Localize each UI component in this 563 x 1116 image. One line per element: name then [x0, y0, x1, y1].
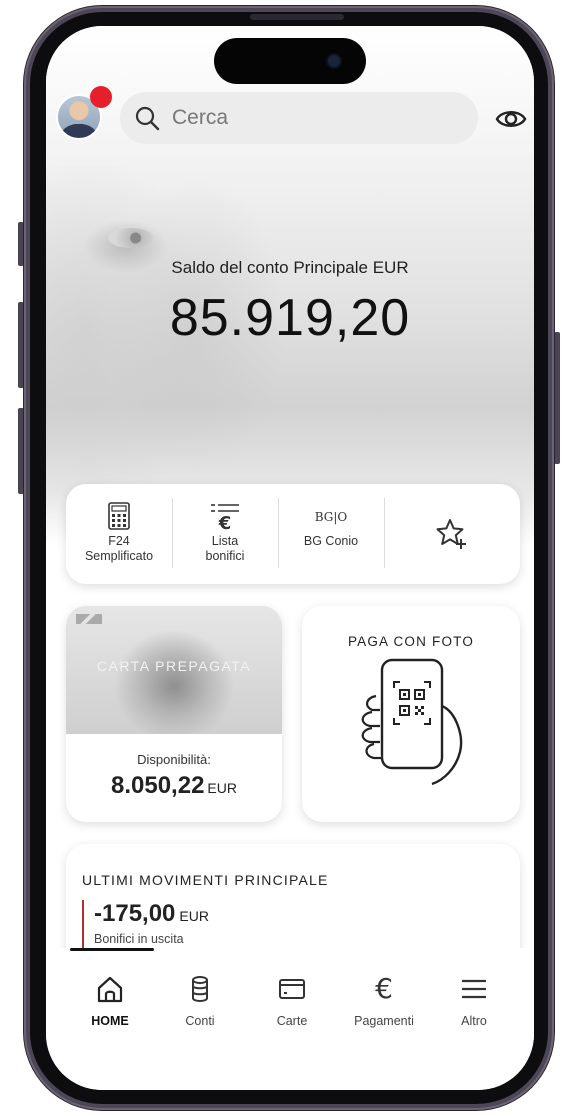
quick-action-bg-conio-label: BG Conio	[303, 534, 359, 548]
quick-actions-card: F24 Semplificato € Lista bonifici BG|O B	[66, 484, 520, 584]
pay-with-photo-tile[interactable]: PAGA CON FOTO	[302, 606, 520, 822]
tab-altro-label: Altro	[461, 1014, 487, 1028]
balance-label: Saldo del conto Principale EUR	[171, 258, 409, 277]
star-add-icon	[436, 519, 466, 549]
movement-amount: -175,00 EUR	[94, 900, 209, 927]
home-icon	[97, 976, 123, 1003]
movement-description: Bonifici in uscita	[94, 932, 184, 946]
availability-label: Disponibilità:	[137, 752, 211, 767]
dynamic-island	[214, 38, 366, 84]
bottom-tab-bar: HOME Conti Carte € Pagamenti Altro	[46, 948, 534, 1090]
outgoing-marker	[82, 900, 84, 952]
pay-with-photo-title: PAGA CON FOTO	[347, 634, 475, 649]
tab-altro[interactable]: Altro	[434, 974, 514, 1034]
tab-conti[interactable]: Conti	[160, 974, 240, 1034]
lion-eye-graphic	[108, 228, 154, 248]
app-screen: Saldo del conto Principale EUR 85.919,20…	[46, 26, 534, 1090]
active-tab-indicator	[70, 948, 154, 951]
menu-icon	[462, 979, 486, 999]
euro-list-icon: €	[211, 504, 239, 530]
quick-action-lista-bonifici[interactable]: € Lista bonifici	[172, 498, 278, 570]
search-icon	[135, 106, 160, 131]
tab-home[interactable]: HOME	[70, 974, 150, 1034]
quick-action-f24-label: F24 Semplificato	[84, 534, 154, 563]
quick-action-f24[interactable]: F24 Semplificato	[66, 498, 172, 570]
notification-badge	[90, 86, 112, 108]
svg-text:€: €	[218, 513, 232, 530]
f24-calculator-icon	[108, 502, 130, 530]
quick-action-lista-label: Lista bonifici	[205, 534, 245, 563]
coins-icon	[192, 976, 208, 1002]
tab-home-label: HOME	[91, 1014, 129, 1028]
svg-text:BG|O: BG|O	[315, 510, 348, 524]
quick-action-bg-conio[interactable]: BG|O BG Conio	[278, 498, 384, 570]
tab-pagamenti-label: Pagamenti	[354, 1014, 414, 1028]
phone-qr-hand-icon	[361, 658, 463, 786]
recent-movements-title: ULTIMI MOVIMENTI PRINCIPALE	[82, 872, 329, 888]
quick-action-add-favorite[interactable]	[384, 498, 520, 570]
tab-carte[interactable]: Carte	[252, 974, 332, 1034]
euro-icon: €	[375, 972, 393, 1005]
balance-amount: 85.919,20	[169, 289, 411, 347]
tab-pagamenti[interactable]: € Pagamenti	[344, 974, 424, 1034]
eye-icon[interactable]	[494, 102, 528, 136]
card-icon	[279, 979, 305, 999]
bg-conio-icon: BG|O	[315, 510, 348, 524]
search-bar[interactable]	[120, 92, 478, 144]
prepaid-card-tile[interactable]: CARTA PREPAGATA Disponibilità: 8.050,22 E…	[66, 606, 282, 822]
availability-amount: 8.050,22 EUR	[111, 772, 237, 799]
tab-conti-label: Conti	[185, 1014, 215, 1028]
bank-logo	[76, 614, 105, 624]
front-camera	[328, 55, 340, 67]
power-button	[554, 332, 560, 464]
hero-section: Saldo del conto Principale EUR 85.919,20	[46, 26, 534, 546]
speaker-grill	[250, 14, 344, 20]
search-input[interactable]	[172, 106, 452, 130]
tab-carte-label: Carte	[276, 1014, 308, 1028]
prepaid-card-title: CARTA PREPAGATA	[96, 658, 252, 674]
